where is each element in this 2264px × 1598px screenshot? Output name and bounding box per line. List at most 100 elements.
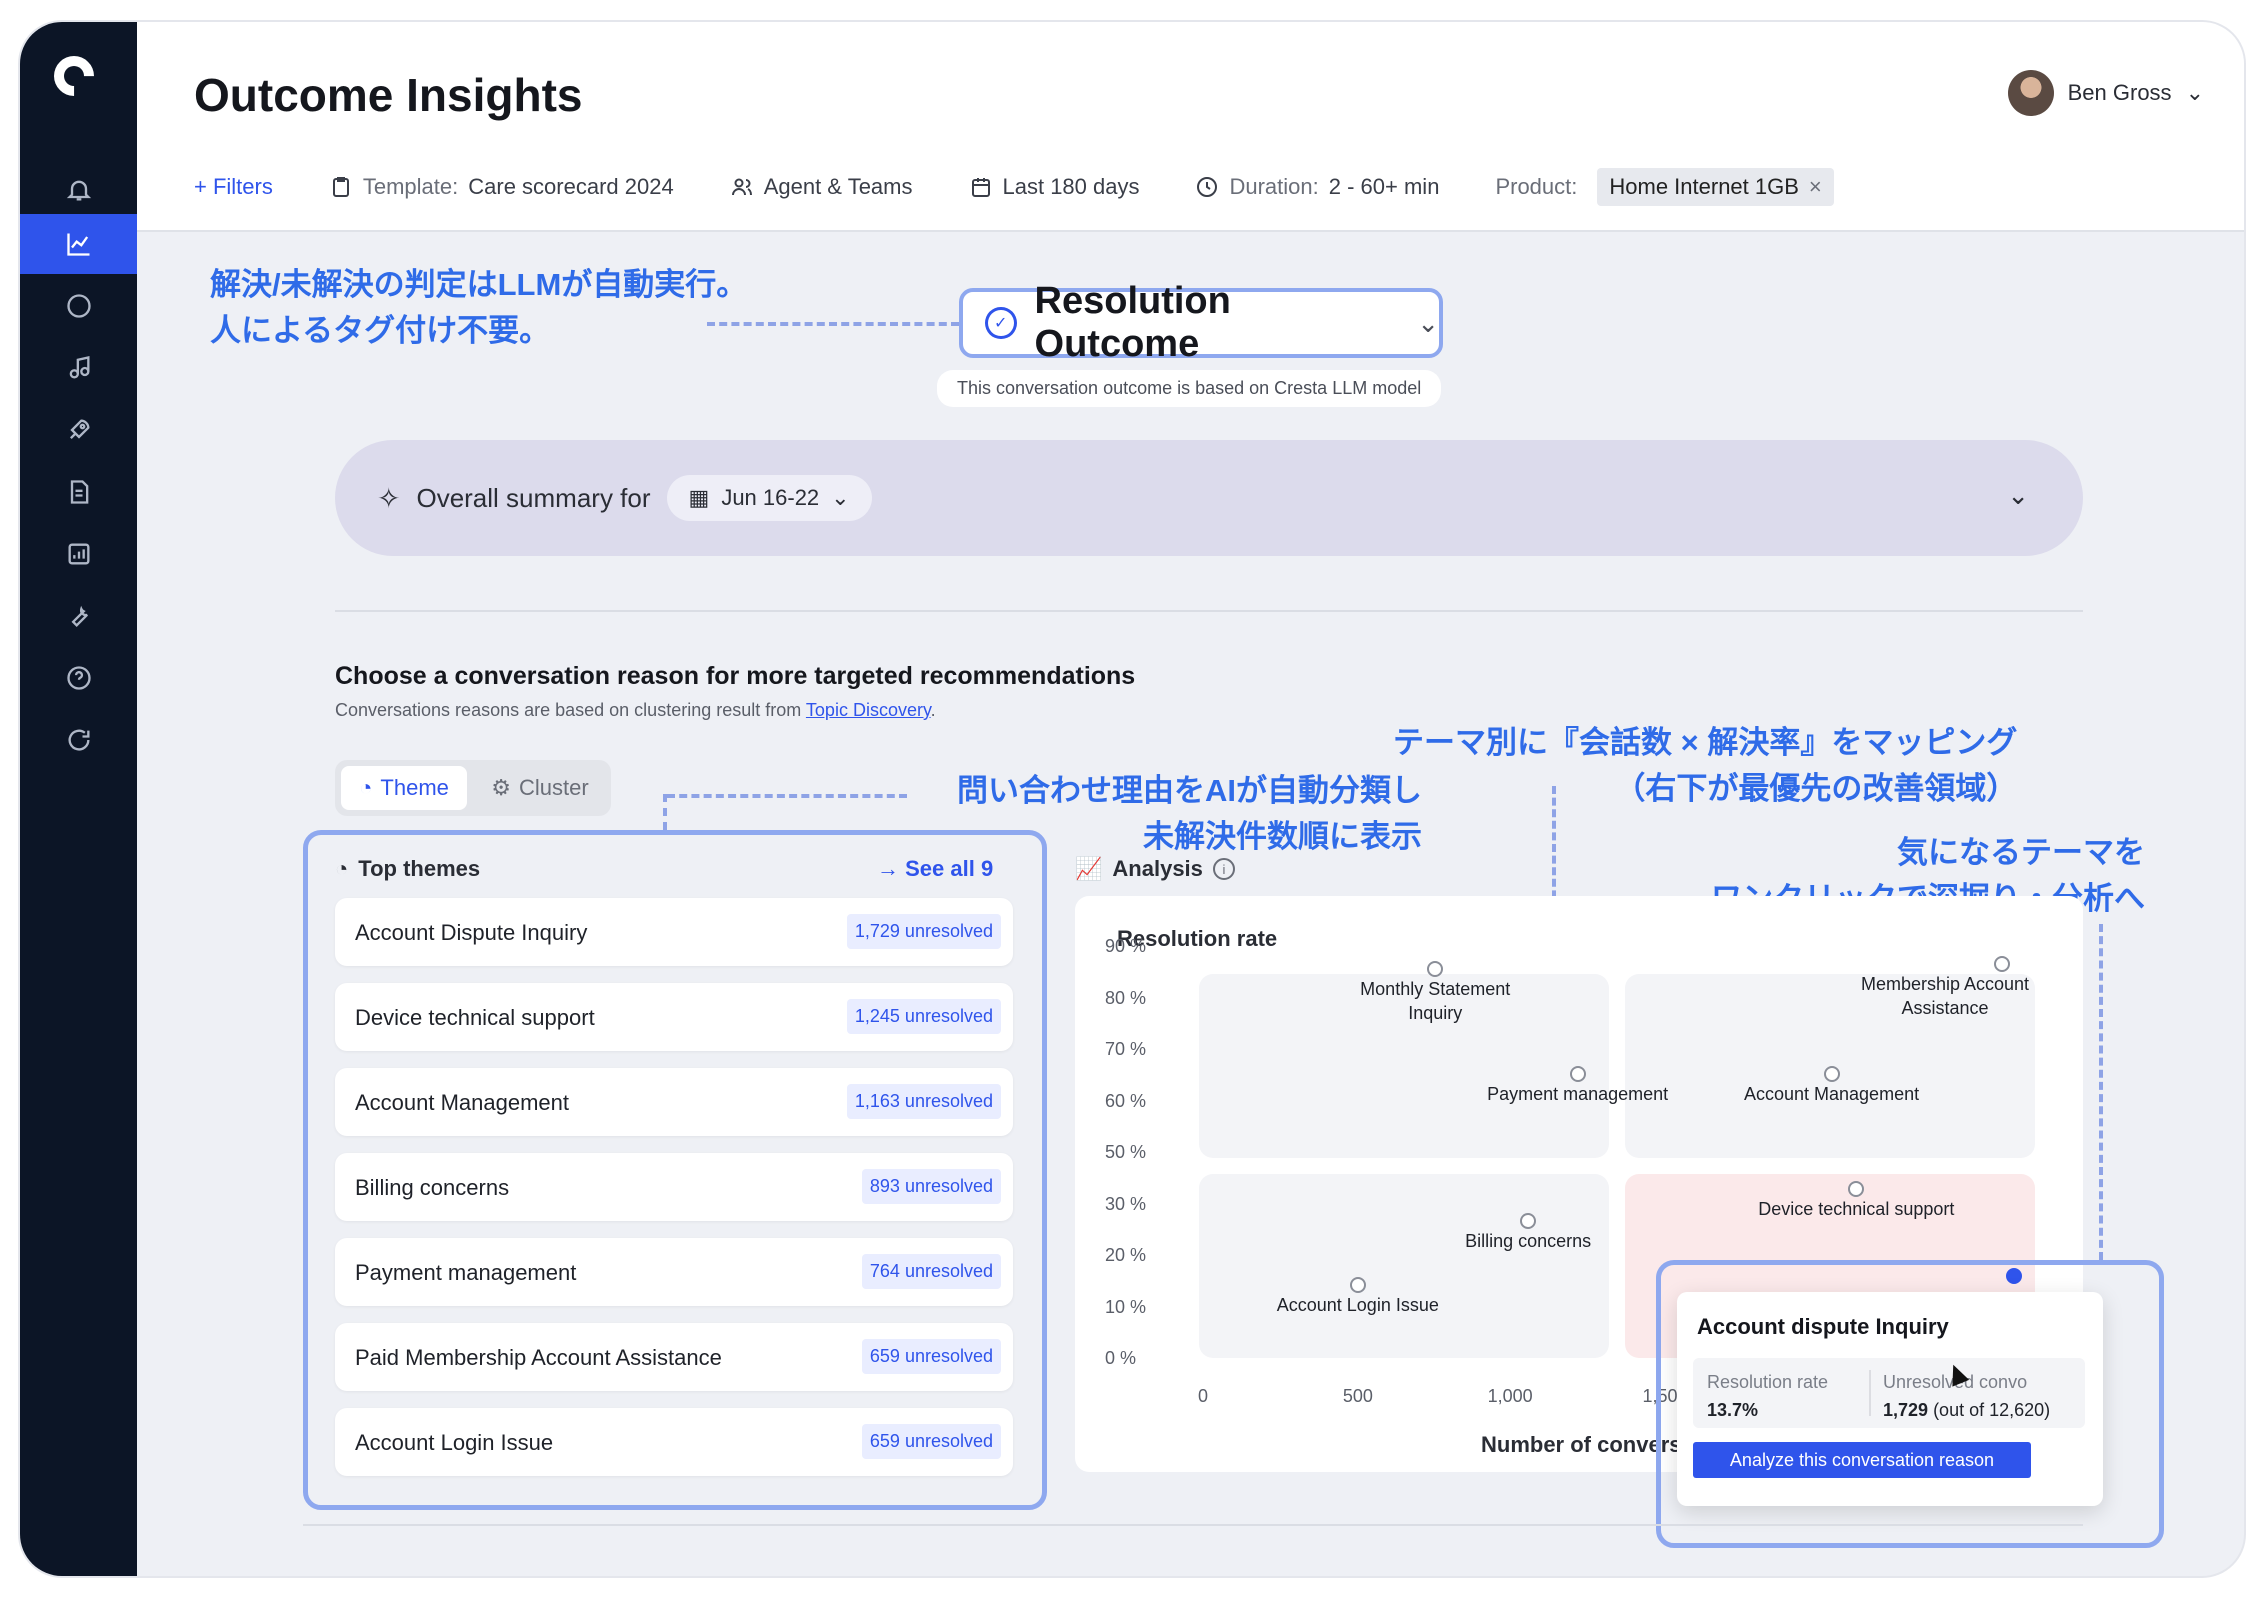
scatter-point[interactable] — [1520, 1212, 1537, 1229]
annotation-connector — [2099, 924, 2103, 1260]
chevron-down-icon: ⌄ — [2185, 80, 2204, 105]
scatter-point[interactable] — [1349, 1276, 1366, 1293]
chart-icon[interactable] — [20, 214, 137, 274]
users-icon — [731, 178, 752, 196]
theme-icon: ◔ — [359, 775, 373, 800]
y-tick-label: 60 % — [1105, 1090, 1147, 1111]
calendar-icon: ▦ — [688, 485, 710, 510]
reasons-title: Choose a conversation reason for more ta… — [335, 662, 1136, 690]
y-tick-label: 50 % — [1105, 1142, 1147, 1162]
annotation-llm: 解決/未解決の判定はLLMが自動実行。 人によるタグ付け不要。 — [210, 267, 748, 348]
calendar-icon — [971, 178, 990, 197]
theme-row[interactable]: Account Dispute Inquiry 1,729 unresolved — [335, 898, 1013, 966]
cluster-icon: ⚙ — [491, 775, 512, 800]
sidebar — [20, 22, 137, 1576]
annotation-connector — [1552, 786, 1556, 910]
unresolved-badge: 764 unresolved — [861, 1254, 1001, 1289]
user-menu[interactable]: Ben Gross ⌄ — [2007, 70, 2204, 116]
info-icon[interactable]: i — [1212, 858, 1235, 880]
date-filter[interactable]: Last 180 days — [969, 174, 1139, 200]
outcome-title: Resolution Outcome — [1034, 280, 1231, 365]
point-label: Payment management — [1487, 1084, 1669, 1105]
pie-icon: ◔ — [335, 856, 349, 881]
wrench-icon[interactable] — [20, 586, 137, 646]
y-tick-label: 10 % — [1105, 1296, 1147, 1317]
point-label: Monthly Statement Inquiry — [1360, 978, 1511, 1023]
scatter-point[interactable] — [1427, 960, 1444, 977]
filter-bar: + Filters Template: Care scorecard 2024 … — [194, 168, 1890, 206]
overall-summary[interactable]: ✧ Overall summary for ▦ Jun 16-22 ⌄ ⌄ — [335, 440, 2083, 556]
chat-icon[interactable] — [20, 276, 137, 336]
unresolved-badge: 1,163 unresolved — [846, 1084, 1001, 1119]
cresta-logo[interactable] — [45, 47, 103, 105]
analyze-reason-button[interactable]: Analyze this conversation reason — [1693, 1442, 2031, 1478]
point-label: Billing concerns — [1465, 1230, 1592, 1251]
annotation-connector — [707, 322, 959, 326]
app-window: Outcome Insights Ben Gross ⌄ + Filters T… — [20, 22, 2244, 1576]
theme-popup: Account dispute Inquiry Resolution rate … — [1677, 1292, 2103, 1506]
help-icon[interactable] — [20, 648, 137, 708]
duration-filter[interactable]: Duration: 2 - 60+ min — [1195, 174, 1439, 200]
product-chip[interactable]: Home Internet 1GB × — [1597, 168, 1834, 206]
summary-date-picker[interactable]: ▦ Jun 16-22 ⌄ — [666, 475, 872, 521]
profile-chart-icon[interactable] — [20, 524, 137, 584]
top-bar: Outcome Insights Ben Gross ⌄ + Filters T… — [137, 22, 2244, 232]
divider — [303, 1524, 2083, 1526]
y-tick-label: 30 % — [1105, 1193, 1147, 1214]
scatter-point[interactable] — [1848, 1180, 1865, 1197]
see-all-link[interactable]: → See all 9 — [877, 856, 993, 882]
theme-row[interactable]: Billing concerns 893 unresolved — [335, 1153, 1013, 1221]
theme-row[interactable]: Device technical support 1,245 unresolve… — [335, 983, 1013, 1051]
music-icon[interactable] — [20, 338, 137, 398]
unresolved-value: 1,729 (out of 12,620) — [1883, 1400, 2051, 1420]
unresolved-badge: 1,245 unresolved — [846, 999, 1001, 1034]
x-tick-label: 500 — [1342, 1386, 1373, 1406]
add-filters-button[interactable]: + Filters — [194, 174, 273, 200]
document-icon[interactable] — [20, 462, 137, 522]
avatar — [2007, 70, 2054, 116]
main-content: 解決/未解決の判定はLLMが自動実行。 人によるタグ付け不要。 ✓ Resolu… — [137, 232, 2244, 1576]
scatter-point[interactable] — [1823, 1066, 1840, 1083]
theme-cluster-toggle: ◔ Theme ⚙ Cluster — [335, 760, 611, 816]
check-circle-icon: ✓ — [985, 307, 1017, 339]
theme-row[interactable]: Payment management 764 unresolved — [335, 1238, 1013, 1306]
product-filter[interactable]: Product: Home Internet 1GB × — [1495, 168, 1834, 206]
outcome-subtitle: This conversation outcome is based on Cr… — [937, 370, 1442, 407]
popup-stats: Resolution rate 13.7% Unresolved convo 1… — [1693, 1358, 2085, 1428]
point-label: Membership Account Assistance — [1860, 974, 2030, 1019]
page-title: Outcome Insights — [194, 69, 583, 121]
expand-chevron-icon[interactable]: ⌄ — [2007, 480, 2029, 511]
stat-divider — [1869, 1370, 1871, 1416]
unresolved-badge: 893 unresolved — [861, 1169, 1001, 1204]
agent-teams-filter[interactable]: Agent & Teams — [730, 174, 913, 200]
clipboard-icon — [332, 177, 349, 197]
toggle-theme[interactable]: ◔ Theme — [341, 766, 467, 810]
x-tick-label: 1,000 — [1487, 1386, 1533, 1406]
theme-row[interactable]: Account Login Issue 659 unresolved — [335, 1408, 1013, 1476]
top-themes-header: ◔ Top themes — [335, 856, 481, 881]
rocket-icon[interactable] — [20, 400, 137, 460]
rate-value: 13.7% — [1707, 1400, 1759, 1420]
clock-icon — [1197, 177, 1218, 197]
summary-label: Overall summary for — [416, 482, 651, 513]
theme-row[interactable]: Paid Membership Account Assistance 659 u… — [335, 1323, 1013, 1391]
chevron-down-icon: ⌄ — [831, 485, 850, 510]
x-tick-label: 0 — [1198, 1386, 1209, 1406]
close-icon[interactable]: × — [1809, 174, 1822, 200]
annotation-connector — [663, 794, 667, 830]
theme-row[interactable]: Account Management 1,163 unresolved — [335, 1068, 1013, 1136]
quadrant-bottom-left — [1199, 1174, 1609, 1358]
toggle-cluster[interactable]: ⚙ Cluster — [475, 766, 605, 810]
outcome-selector[interactable]: ✓ Resolution Outcome ⌄ — [959, 280, 1443, 365]
chevron-down-icon: ⌄ — [1417, 307, 1439, 338]
rate-label: Resolution rate — [1707, 1372, 1829, 1392]
scatter-point[interactable] — [1993, 956, 2010, 973]
scatter-point[interactable] — [1569, 1066, 1586, 1083]
bell-icon[interactable] — [20, 160, 137, 220]
unresolved-badge: 659 unresolved — [861, 1424, 1001, 1459]
topic-discovery-link[interactable]: Topic Discovery — [806, 700, 931, 720]
refresh-icon[interactable] — [20, 710, 137, 770]
template-filter[interactable]: Template: Care scorecard 2024 — [329, 174, 674, 200]
line-chart-icon: 📈 — [1075, 856, 1103, 881]
y-tick-label: 70 % — [1105, 1039, 1147, 1059]
